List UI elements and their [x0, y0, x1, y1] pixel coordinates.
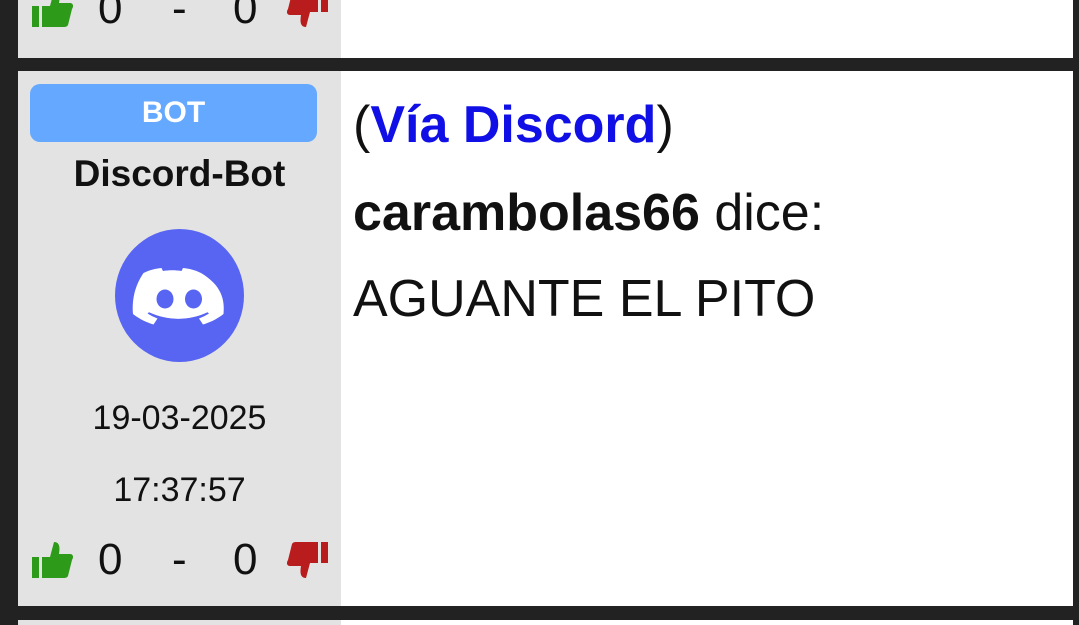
previous-post-content [341, 0, 1073, 58]
previous-post: 0 - 0 [18, 0, 1073, 58]
like-count: 0 [98, 0, 123, 33]
post-content: (Vía Discord) carambolas66 dice: AGUANTE… [341, 71, 1073, 606]
next-post [18, 620, 1073, 625]
discord-logo-icon[interactable] [115, 229, 244, 362]
message-author: carambolas66 [353, 184, 700, 242]
post-votes: 0 - 0 [30, 535, 335, 584]
via-close-paren: ) [656, 96, 674, 154]
next-post-content [341, 620, 1073, 625]
next-post-sidebar [18, 620, 341, 625]
previous-post-sidebar: 0 - 0 [18, 0, 341, 58]
thumbs-up-icon[interactable] [30, 538, 74, 582]
dislike-count: 0 [233, 0, 258, 33]
author-username[interactable]: Discord-Bot [18, 153, 341, 195]
like-count: 0 [98, 535, 123, 584]
message-author-line: carambolas66 dice: [353, 183, 824, 243]
dislike-count: 0 [233, 535, 258, 584]
bot-badge: BOT [30, 84, 317, 142]
thumbs-down-icon[interactable] [286, 538, 330, 582]
via-source-line: (Vía Discord) [353, 95, 674, 155]
via-discord-link[interactable]: Vía Discord [370, 96, 656, 154]
says-label: dice: [699, 184, 825, 242]
post-time: 17:37:57 [113, 471, 246, 509]
previous-post-votes: 0 - 0 [30, 0, 335, 33]
message-text: AGUANTE EL PITO [353, 270, 816, 328]
post-author-sidebar: BOT Discord-Bot 19-03-2025 17:37:57 0 - … [18, 71, 341, 606]
via-open-paren: ( [353, 96, 371, 154]
thumbs-up-icon[interactable] [30, 0, 74, 31]
vote-separator: - [172, 535, 187, 584]
forum-post: BOT Discord-Bot 19-03-2025 17:37:57 0 - … [18, 71, 1073, 606]
thumbs-down-icon[interactable] [286, 0, 330, 31]
post-date: 19-03-2025 [92, 399, 267, 437]
vote-separator: - [172, 0, 187, 33]
